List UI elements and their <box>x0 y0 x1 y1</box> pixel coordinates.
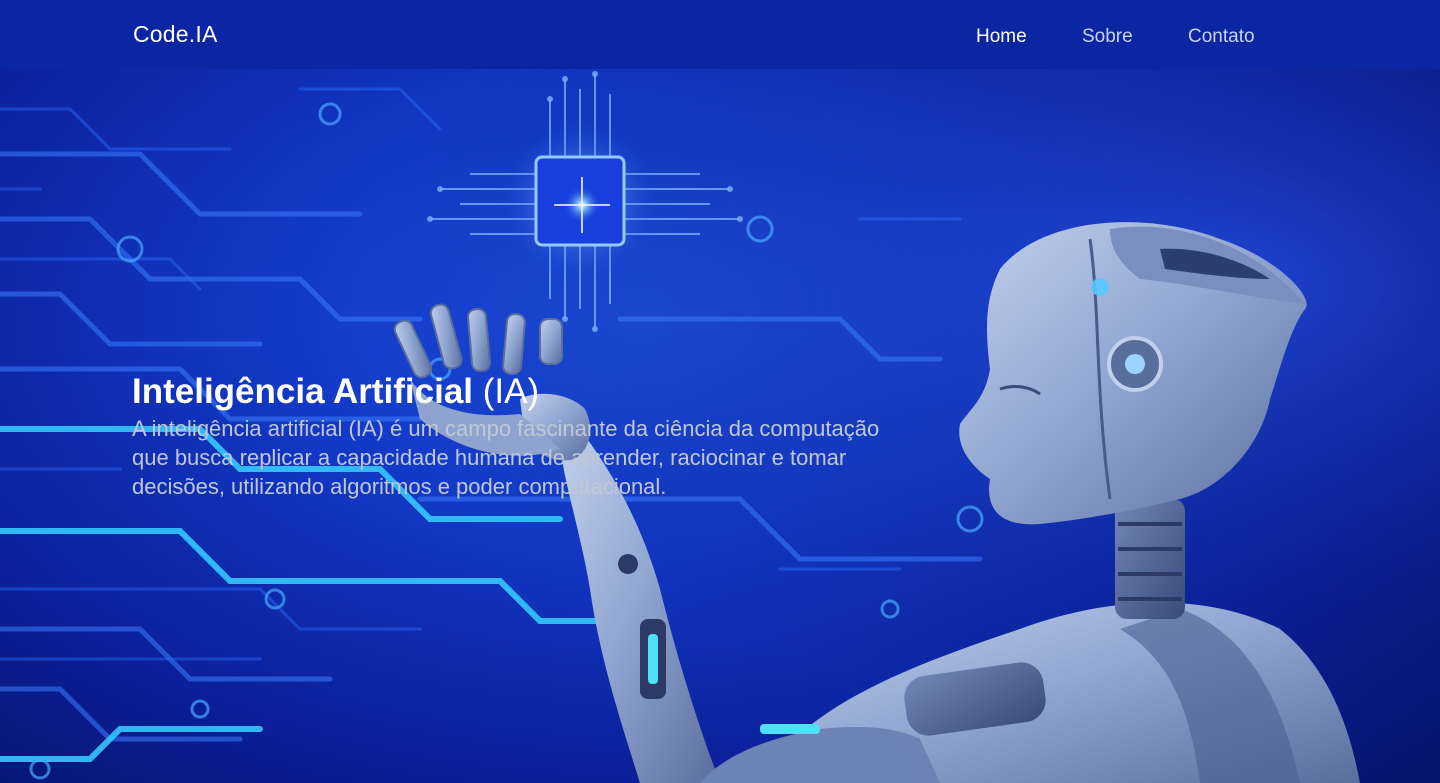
nav-link-sobre[interactable]: Sobre <box>1082 26 1133 48</box>
page: Code.IA Home Sobre Contato Inteligência … <box>0 0 1440 783</box>
main-nav: Home Sobre Contato <box>0 26 1440 50</box>
hero-description: A inteligência artificial (IA) é um camp… <box>132 416 880 499</box>
hero-title: Inteligência Artificial (IA) <box>132 370 912 414</box>
hero-title-main: Inteligência Artificial <box>132 372 474 411</box>
nav-link-home[interactable]: Home <box>976 26 1027 48</box>
nav-link-contato[interactable]: Contato <box>1188 26 1255 48</box>
hero-title-suffix: (IA) <box>473 372 540 411</box>
hero-section: Inteligência Artificial (IA) A inteligên… <box>132 370 912 501</box>
top-navbar: Code.IA Home Sobre Contato <box>0 0 1440 69</box>
